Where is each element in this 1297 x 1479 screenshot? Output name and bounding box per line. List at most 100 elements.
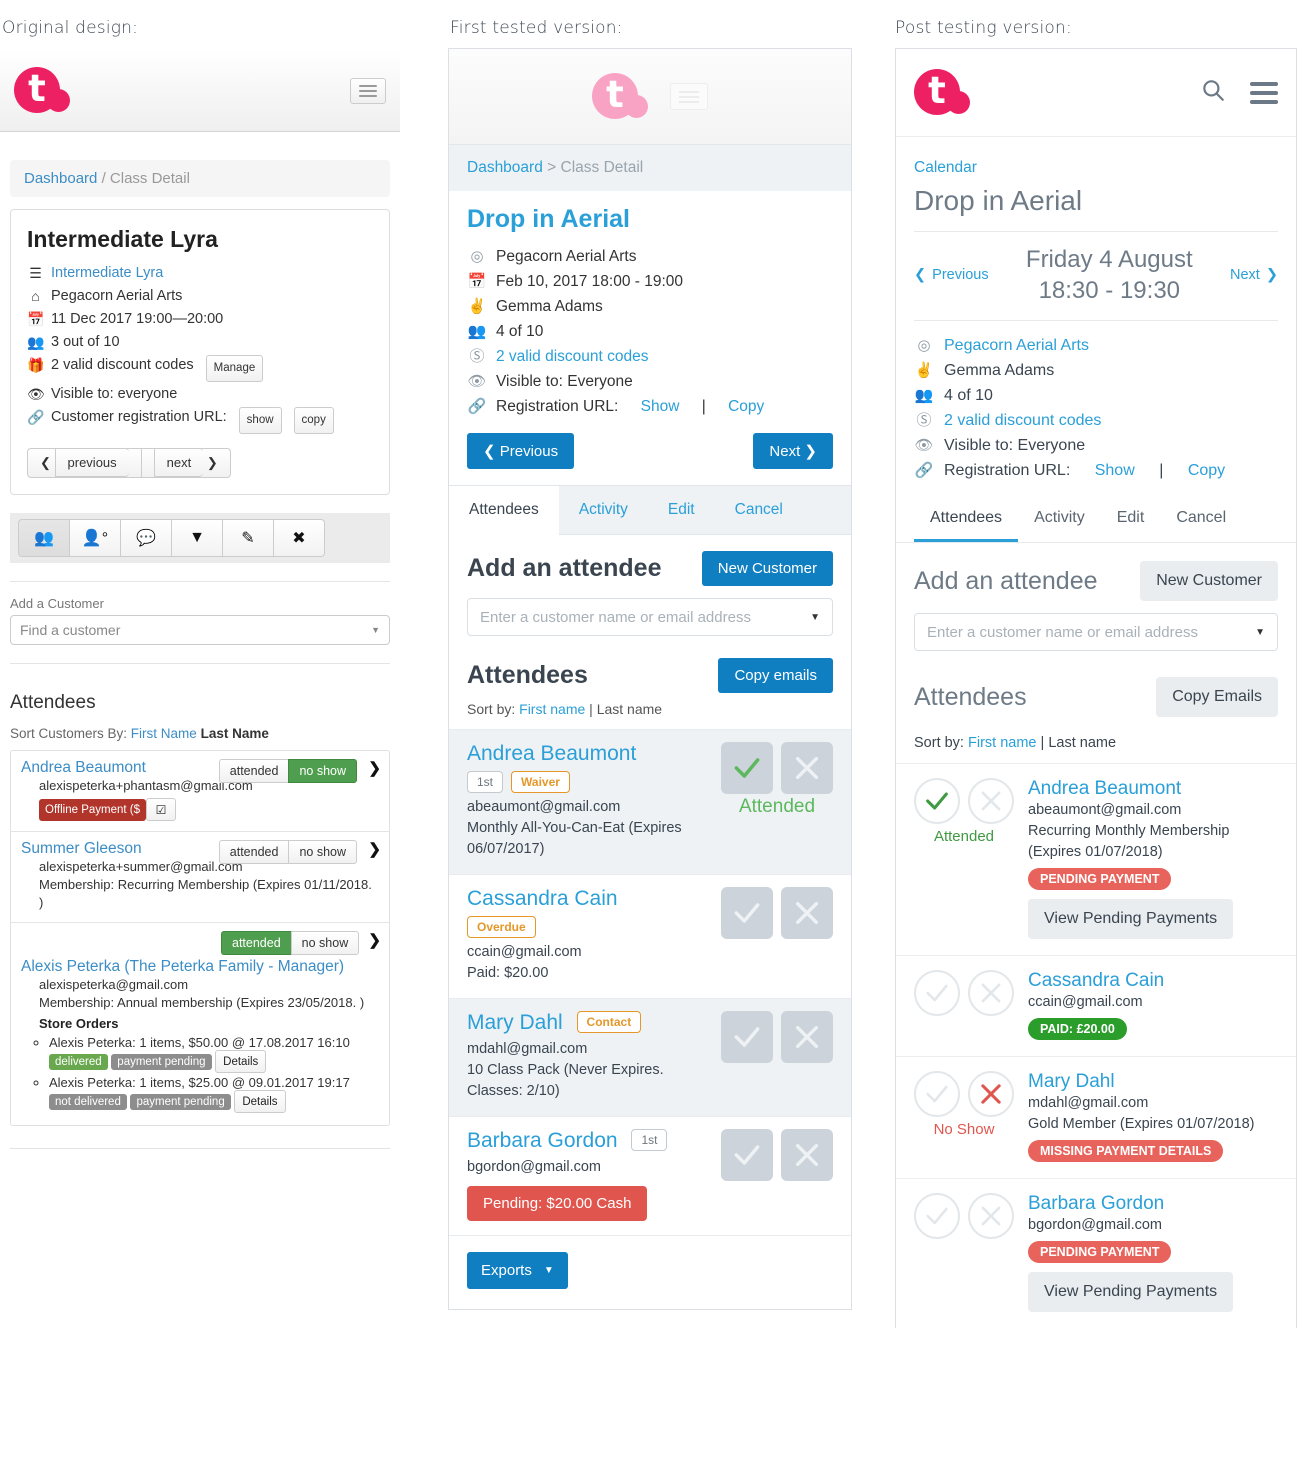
attendee-row: Cassandra Cain ccain@gmail.com PAID: £20… xyxy=(896,955,1296,1056)
attendee-family-link[interactable]: (The Peterka Family - Manager) xyxy=(124,958,344,975)
discount-codes-link[interactable]: 2 valid discount codes xyxy=(496,344,649,369)
breadcrumb-dashboard-link[interactable]: Dashboard xyxy=(24,170,97,187)
previous-button[interactable]: ❮ Previous xyxy=(914,267,989,283)
discount-codes-link[interactable]: 2 valid discount codes xyxy=(944,408,1101,433)
next-button[interactable]: Next ❯ xyxy=(1230,267,1278,283)
noshow-button[interactable]: no show xyxy=(290,931,360,955)
tab-attendees[interactable]: Attendees xyxy=(914,499,1019,542)
comment-icon[interactable]: 💬 xyxy=(120,519,172,557)
attendees-group-icon[interactable]: 👥 xyxy=(18,519,70,557)
noshow-button[interactable]: no show xyxy=(288,759,357,783)
meta-venue-link[interactable]: Pegacorn Aerial Arts xyxy=(944,333,1089,358)
attended-check-icon[interactable] xyxy=(914,1193,960,1239)
next-button[interactable]: next ❯ xyxy=(140,448,231,478)
previous-button[interactable]: ❮ Previous xyxy=(467,433,575,469)
page-title: Drop in Aerial xyxy=(467,205,630,233)
brand-logo[interactable]: t xyxy=(592,71,648,123)
attendee-name-link[interactable]: Mary Dahl Contact xyxy=(467,1011,682,1035)
sort-first-name-link[interactable]: First Name xyxy=(131,726,197,741)
sort-separator: | xyxy=(589,701,593,717)
attendee-name-link[interactable]: Cassandra Cain xyxy=(1028,970,1164,992)
brand-logo[interactable]: t xyxy=(914,67,970,119)
breadcrumb-calendar-link[interactable]: Calendar xyxy=(914,159,1278,177)
brand-logo[interactable]: t xyxy=(14,65,70,117)
show-url-button[interactable]: show xyxy=(238,407,282,434)
attended-check-icon[interactable] xyxy=(721,887,773,939)
copy-emails-button[interactable]: Copy emails xyxy=(718,658,833,693)
find-customer-select[interactable]: Find a customer ▼ xyxy=(10,615,390,645)
search-icon[interactable] xyxy=(1200,77,1226,108)
manage-discounts-button[interactable]: Manage xyxy=(205,355,264,382)
cancel-circle-icon[interactable]: ✖ xyxy=(273,519,325,557)
chevron-right-icon[interactable]: ❯ xyxy=(368,759,381,777)
attendee-name-link[interactable]: Andrea Beaumont xyxy=(1028,778,1278,800)
attended-button[interactable]: attended xyxy=(221,931,291,955)
copy-url-button[interactable]: copy xyxy=(293,407,334,434)
hamburger-menu-icon[interactable] xyxy=(350,77,386,104)
attendee-name-link[interactable]: Alexis Peterka (The Peterka Family - Man… xyxy=(21,958,379,976)
attended-check-icon[interactable] xyxy=(721,1129,773,1181)
registration-copy-link[interactable]: Copy xyxy=(728,394,764,419)
noshow-cross-icon[interactable] xyxy=(968,778,1014,824)
noshow-cross-icon[interactable] xyxy=(968,1193,1014,1239)
customer-search-input[interactable]: Enter a customer name or email address ▼ xyxy=(467,598,833,636)
sort-last-name-link[interactable]: Last Name xyxy=(201,726,269,741)
exports-button[interactable]: Exports ▼ xyxy=(467,1252,568,1289)
noshow-cross-icon[interactable] xyxy=(781,1129,833,1181)
chevron-right-icon[interactable]: ❯ xyxy=(368,840,381,858)
copy-emails-button[interactable]: Copy Emails xyxy=(1156,677,1278,717)
pending-payment-pill[interactable]: Pending: $20.00 Cash xyxy=(467,1186,648,1221)
meta-class-link[interactable]: Intermediate Lyra xyxy=(51,263,163,284)
add-person-icon[interactable]: 👤° xyxy=(69,519,121,557)
attended-check-icon[interactable] xyxy=(914,970,960,1016)
order-details-button[interactable]: Details xyxy=(234,1090,286,1113)
registration-show-link[interactable]: Show xyxy=(1095,458,1135,483)
attendee-name-link[interactable]: Barbara Gordon xyxy=(1028,1193,1278,1215)
registration-show-link[interactable]: Show xyxy=(641,394,680,419)
previous-button[interactable]: ❮ previous xyxy=(27,448,141,478)
sort-first-name-link[interactable]: First name xyxy=(519,701,585,717)
order-details-button[interactable]: Details xyxy=(215,1050,267,1073)
attendee-name-link[interactable]: Mary Dahl xyxy=(1028,1071,1254,1093)
tab-attendees[interactable]: Attendees xyxy=(449,486,559,535)
attendee-name-link[interactable]: Barbara Gordon 1st xyxy=(467,1129,668,1153)
noshow-button[interactable]: no show xyxy=(288,840,357,864)
attended-check-icon[interactable] xyxy=(914,778,960,824)
sort-last-name-link[interactable]: Last name xyxy=(597,701,662,717)
next-button[interactable]: Next ❯ xyxy=(753,433,833,469)
sort-first-name-link[interactable]: First name xyxy=(968,735,1037,751)
new-customer-button[interactable]: New Customer xyxy=(1140,561,1278,601)
noshow-cross-icon[interactable] xyxy=(968,1071,1014,1117)
registration-copy-link[interactable]: Copy xyxy=(1188,458,1225,483)
customer-search-input[interactable]: Enter a customer name or email address ▼ xyxy=(914,613,1278,651)
attended-check-icon[interactable] xyxy=(721,742,773,794)
confirm-payment-button[interactable]: ☑ xyxy=(146,798,177,821)
tab-edit[interactable]: Edit xyxy=(1101,499,1161,542)
attendee-name-link[interactable]: Andrea Beaumont xyxy=(467,742,687,766)
tab-edit[interactable]: Edit xyxy=(648,486,715,534)
sort-last-name-link[interactable]: Last name xyxy=(1048,735,1116,751)
chevron-right-icon[interactable]: ❯ xyxy=(368,931,381,949)
attended-check-icon[interactable] xyxy=(914,1071,960,1117)
hamburger-menu-icon[interactable] xyxy=(670,83,708,110)
noshow-cross-icon[interactable] xyxy=(781,742,833,794)
attendee-name-link[interactable]: Cassandra Cain xyxy=(467,887,618,911)
attended-check-icon[interactable] xyxy=(721,1011,773,1063)
attended-button[interactable]: attended xyxy=(218,840,289,864)
page-title: Drop in Aerial xyxy=(914,185,1083,216)
noshow-cross-icon[interactable] xyxy=(968,970,1014,1016)
tab-cancel[interactable]: Cancel xyxy=(1160,499,1242,542)
download-icon[interactable]: ▼ xyxy=(171,519,223,557)
attended-button[interactable]: attended xyxy=(218,759,289,783)
new-customer-button[interactable]: New Customer xyxy=(701,551,833,586)
hamburger-menu-icon[interactable] xyxy=(1250,81,1278,104)
view-pending-payments-button[interactable]: View Pending Payments xyxy=(1028,1272,1234,1312)
tab-activity[interactable]: Activity xyxy=(559,486,648,534)
tab-activity[interactable]: Activity xyxy=(1018,499,1101,542)
view-pending-payments-button[interactable]: View Pending Payments xyxy=(1028,899,1234,939)
noshow-cross-icon[interactable] xyxy=(781,1011,833,1063)
breadcrumb-dashboard-link[interactable]: Dashboard xyxy=(467,159,543,176)
edit-pencil-icon[interactable]: ✎ xyxy=(222,519,274,557)
noshow-cross-icon[interactable] xyxy=(781,887,833,939)
tab-cancel[interactable]: Cancel xyxy=(715,486,803,534)
